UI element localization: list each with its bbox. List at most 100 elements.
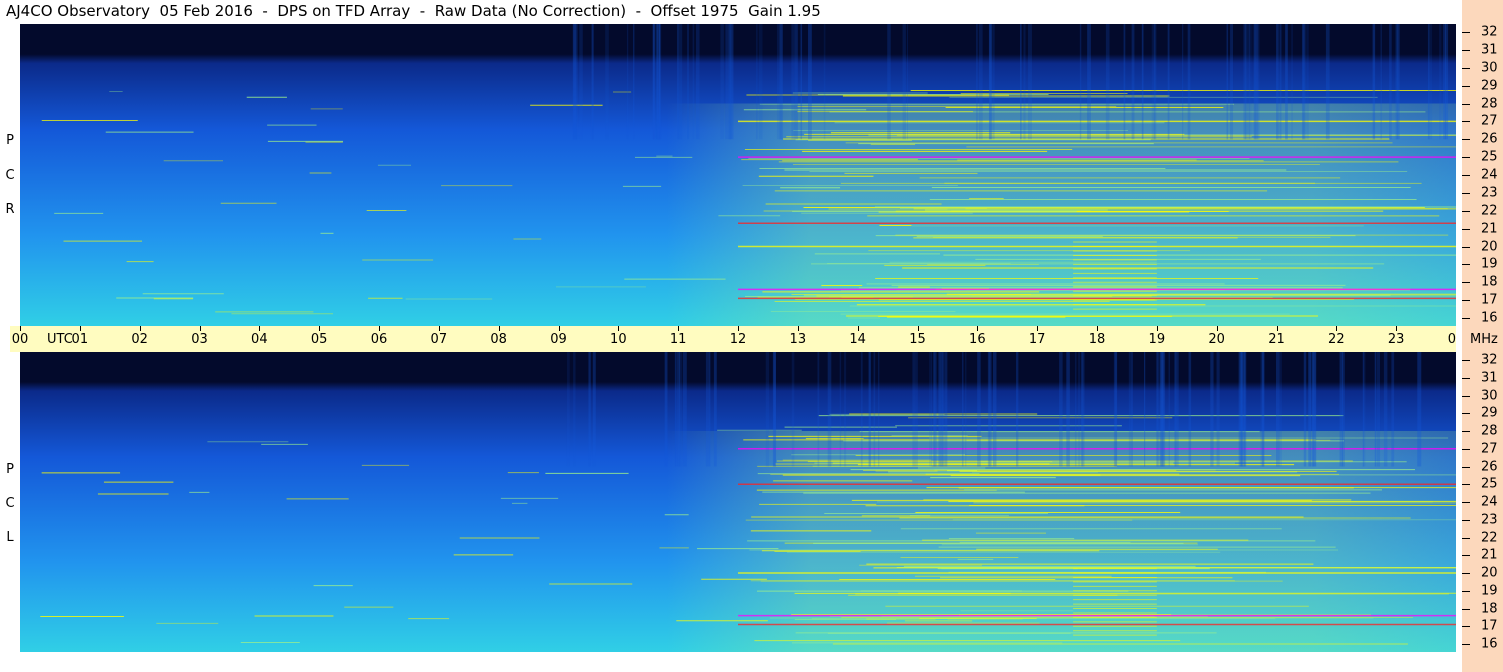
utc-tick-label-4: 04 (251, 332, 268, 347)
lcp-mhz-label-21: 21 (1481, 547, 1498, 563)
vertical-streak (633, 24, 635, 140)
vertical-streak (679, 352, 683, 467)
lcp-mhz-tick-20 (1462, 573, 1470, 574)
lcp-mhz-tick-31 (1462, 377, 1470, 379)
utc-tick-mark-0 (20, 326, 21, 331)
rcp-letter-r: P (6, 133, 14, 148)
vertical-streak (1028, 24, 1032, 140)
vertical-streak (1168, 352, 1170, 467)
vertical-streak (758, 24, 763, 140)
vertical-streak (1244, 352, 1246, 467)
vertical-streak (1396, 24, 1400, 140)
vertical-streak (1258, 24, 1260, 140)
vertical-streak (675, 352, 678, 467)
lcp-mhz-tick-21 (1462, 555, 1470, 557)
utc-tick-mark-13 (797, 326, 799, 331)
vertical-streak (1275, 352, 1280, 467)
vertical-streak (1059, 352, 1063, 467)
rcp-mhz-tick-31 (1462, 49, 1470, 51)
utc-tick-label-14: 14 (849, 332, 866, 347)
vertical-streak (1188, 352, 1192, 467)
vertical-streak (1325, 24, 1330, 140)
vertical-streak (592, 24, 594, 140)
lcp-mhz-tick-32 (1462, 360, 1470, 361)
utc-tick-mark-14 (857, 326, 859, 331)
rcp-mhz-tick-32 (1462, 32, 1470, 33)
rcp-mhz-label-29: 29 (1481, 78, 1498, 94)
rcp-mhz-label-16: 16 (1481, 310, 1498, 326)
vertical-streak (1444, 24, 1449, 140)
vertical-streak (1230, 24, 1234, 140)
vertical-streak (887, 24, 891, 140)
rcp-mhz-label-17: 17 (1481, 292, 1498, 308)
vertical-streak (1291, 24, 1293, 140)
lcp-mhz-label-27: 27 (1481, 441, 1498, 457)
vertical-streak (1156, 352, 1159, 467)
rcp-mhz-label-18: 18 (1481, 274, 1498, 290)
utc-tick-label-22: 22 (1328, 332, 1345, 347)
utc-tick-label-10: 10 (610, 332, 627, 347)
vertical-streak (1244, 24, 1248, 140)
vertical-streak (1210, 352, 1214, 467)
utc-tick-label-8: 08 (490, 332, 507, 347)
utc-tick-label-1: 01 (71, 332, 89, 347)
vertical-streak (1114, 352, 1117, 467)
rcp-mhz-label-26: 26 (1481, 131, 1498, 147)
lcp-mhz-label-26: 26 (1481, 459, 1498, 474)
lcp-mhz-tick-22 (1462, 537, 1470, 539)
vertical-streak (1364, 352, 1366, 467)
lcp-mhz-tick-29 (1462, 413, 1470, 415)
vertical-streak (869, 352, 871, 467)
rcp-mhz-tick-28 (1462, 103, 1470, 105)
lcp-mhz-tick-28 (1462, 431, 1470, 432)
vertical-streak (1439, 24, 1442, 140)
vertical-streak (1066, 352, 1070, 467)
rcp-mhz-tick-18 (1462, 282, 1470, 284)
vertical-streak (1307, 24, 1309, 140)
rcp-mhz-label-27: 27 (1481, 113, 1498, 129)
vertical-streak (1313, 352, 1316, 467)
rcp-mhz-label-30: 30 (1481, 60, 1498, 76)
lcp-mhz-label-25: 25 (1481, 476, 1498, 492)
utc-tick-mark-6 (379, 326, 380, 331)
vertical-streak (988, 352, 992, 467)
vertical-streak (993, 24, 995, 140)
utc-tick-mark-20 (1216, 326, 1218, 331)
vertical-streak (626, 24, 629, 140)
utc-tick-mark-16 (977, 326, 979, 331)
utc-tick-label-23: 23 (1387, 332, 1405, 347)
vertical-streak (724, 24, 726, 140)
lcp-mhz-tick-17 (1462, 626, 1470, 628)
vertical-streak (1428, 24, 1433, 140)
rcp-mhz-tick-26 (1462, 139, 1470, 141)
vertical-streak (664, 352, 668, 467)
utc-tick-label-11: 11 (669, 332, 687, 347)
lcp-letter-c: C (5, 496, 15, 511)
utc-tick-label-6: 06 (370, 332, 388, 347)
rcp-mhz-label-23: 23 (1481, 185, 1498, 201)
vertical-streak (944, 352, 948, 467)
vertical-streak (808, 24, 812, 140)
vertical-streak (1078, 352, 1080, 467)
rcp-letter-p: R (5, 202, 15, 217)
vertical-streak (860, 352, 863, 467)
utc-tick-label-5: 05 (310, 332, 328, 347)
lcp-mhz-label-17: 17 (1481, 618, 1498, 634)
vertical-streak (1167, 24, 1170, 140)
vertical-streak (976, 24, 978, 140)
vertical-streak (1276, 24, 1279, 140)
utc-tick-mark-18 (1097, 326, 1098, 331)
utc-tick-mark-9 (558, 326, 560, 331)
lcp-mhz-tick-24 (1462, 502, 1470, 503)
vertical-streak (1342, 352, 1345, 467)
vertical-streak (1144, 352, 1146, 467)
vertical-streak (839, 352, 842, 467)
rcp-mhz-label-31: 31 (1481, 42, 1498, 58)
vertical-streak (823, 24, 826, 140)
lcp-mhz-tick-19 (1462, 590, 1470, 592)
rcp-mhz-label-28: 28 (1481, 96, 1498, 111)
lcp-mhz-label-29: 29 (1481, 405, 1498, 421)
vertical-streak (713, 352, 717, 467)
vertical-streak (573, 24, 577, 140)
rcp-mhz-label-25: 25 (1481, 149, 1498, 165)
